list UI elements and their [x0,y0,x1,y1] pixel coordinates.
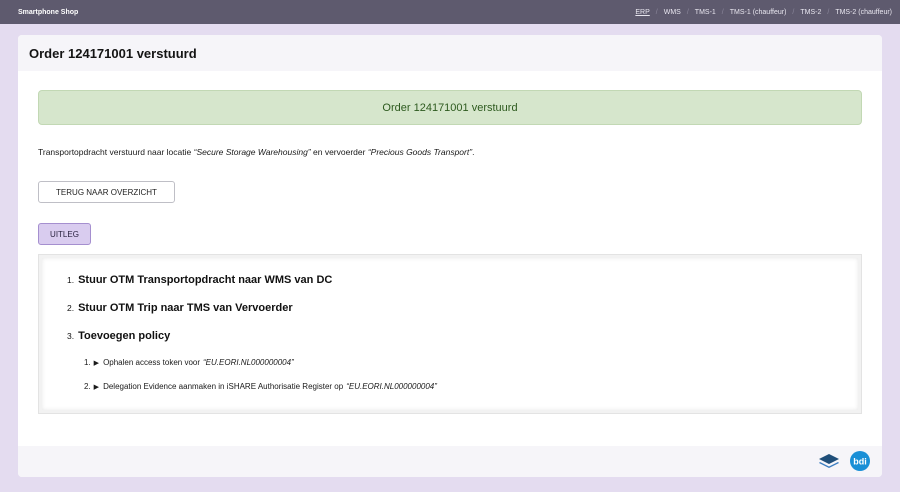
nav-link-tms-1[interactable]: TMS-1 [695,9,716,16]
order-card: Order 124171001 verstuurd Order 12417100… [18,35,882,477]
transport-info-text: Transportopdracht verstuurd naar locatie… [38,147,474,157]
substep-text: Ophalen access token voor [103,358,201,367]
step-number: 1. [67,275,75,285]
system-nav: ERP / WMS / TMS-1 / TMS-1 (chauffeur) / … [635,9,892,16]
step-number: 2. [67,303,75,313]
location-name: “Secure Storage Warehousing” [193,147,311,157]
info-middle: en vervoerder [310,147,368,157]
explanation-step: 3. Toevoegen policy [67,330,170,342]
info-suffix: . [472,147,475,157]
nav-separator: / [721,8,724,16]
substep-number: 2. [84,382,91,391]
nav-separator: / [655,8,658,16]
nav-link-wms[interactable]: WMS [664,9,681,16]
page-title: Order 124171001 verstuurd [29,45,197,61]
svg-text:bdi: bdi [853,457,867,467]
brand-name: Smartphone Shop [18,8,79,16]
substep-number: 1. [84,358,91,367]
nav-separator: / [792,8,795,16]
substep-reference: “EU.EORI.NL000000004” [203,358,294,367]
substep-text: Delegation Evidence aanmaken in iSHARE A… [103,382,344,391]
explanation-step: 2. Stuur OTM Trip naar TMS van Vervoerde… [67,302,293,314]
step-title: Toevoegen policy [78,330,171,342]
top-navigation-bar: Smartphone Shop ERP / WMS / TMS-1 / TMS-… [0,0,900,24]
step-number: 3. [67,331,75,341]
explanation-substep[interactable]: 2. ▶ Delegation Evidence aanmaken in iSH… [84,382,437,391]
substep-reference: “EU.EORI.NL000000004” [346,382,437,391]
nav-link-erp[interactable]: ERP [635,9,649,16]
step-title: Stuur OTM Trip naar TMS van Vervoerder [78,302,293,314]
success-alert: Order 124171001 verstuurd [38,90,862,125]
expand-triangle-icon[interactable]: ▶ [94,359,99,367]
bdi-logo-icon: bdi [850,451,870,471]
back-to-overview-button[interactable]: TERUG NAAR OVERZICHT [38,181,175,203]
card-footer: bdi [18,446,882,477]
nav-link-tms-2-chauffeur[interactable]: TMS-2 (chauffeur) [835,9,892,16]
nav-separator: / [827,8,830,16]
carrier-name: “Precious Goods Transport” [367,147,473,157]
step-title: Stuur OTM Transportopdracht naar WMS van… [78,274,333,286]
explanation-substep[interactable]: 1. ▶ Ophalen access token voor “EU.EORI.… [84,358,294,367]
uitleg-button[interactable]: UITLEG [38,223,91,245]
explanation-panel: 1. Stuur OTM Transportopdracht naar WMS … [38,254,862,414]
nav-separator: / [686,8,689,16]
layers-logo-icon [819,454,839,468]
nav-link-tms-1-chauffeur[interactable]: TMS-1 (chauffeur) [730,9,787,16]
card-header: Order 124171001 verstuurd [18,35,882,71]
info-prefix: Transportopdracht verstuurd naar locatie [38,147,194,157]
expand-triangle-icon[interactable]: ▶ [94,383,99,391]
explanation-step: 1. Stuur OTM Transportopdracht naar WMS … [67,274,332,286]
nav-link-tms-2[interactable]: TMS-2 [800,9,821,16]
